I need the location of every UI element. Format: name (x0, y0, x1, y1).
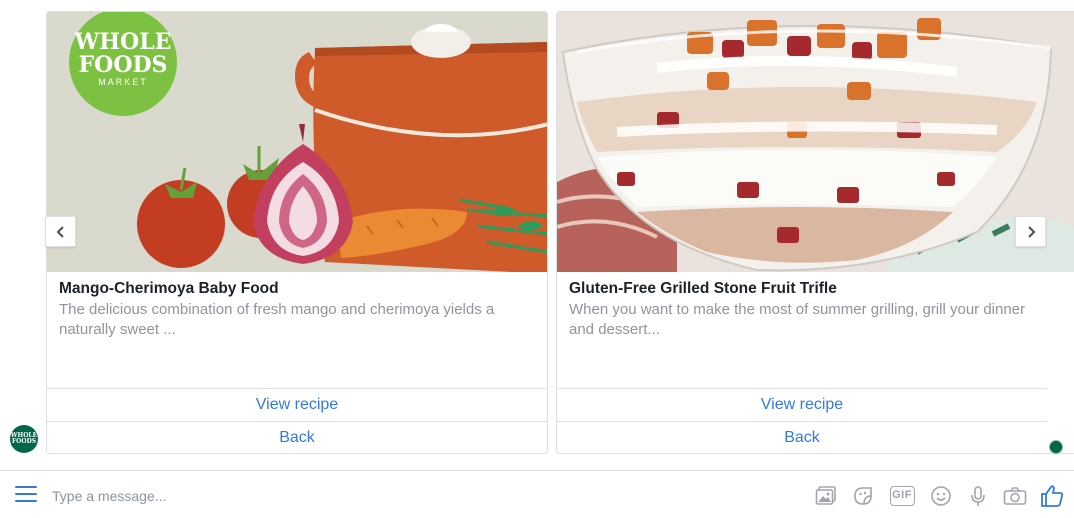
microphone-icon[interactable] (966, 484, 990, 508)
avatar-text-foods: FOODS (11, 438, 37, 445)
image-icon[interactable] (814, 484, 838, 508)
seen-indicator-avatar (1049, 440, 1063, 454)
carousel-prev-button[interactable] (45, 216, 76, 247)
sender-avatar[interactable]: WHOLE FOODS (10, 425, 38, 453)
recipe-card: Gluten-Free Grilled Stone Fruit Trifle W… (556, 11, 1074, 454)
card-title: Gluten-Free Grilled Stone Fruit Trifle (569, 280, 837, 297)
back-button[interactable]: Back (47, 421, 547, 453)
chevron-right-icon (1027, 225, 1035, 238)
recipe-image[interactable]: WHOLE FOODS MARKET (47, 12, 547, 272)
logo-text-whole: WHOLE (74, 29, 172, 55)
logo-text-foods: FOODS (78, 52, 168, 78)
view-recipe-button[interactable]: View recipe (47, 388, 547, 421)
recipe-image[interactable] (557, 12, 1074, 272)
emoji-icon[interactable] (929, 484, 953, 508)
carousel-next-button[interactable] (1015, 216, 1046, 247)
sticker-icon[interactable] (851, 484, 875, 508)
message-thread: WHOLE FOODS MARKET Mango-Cherimoya Baby … (0, 0, 1074, 470)
menu-icon[interactable] (15, 486, 37, 504)
view-recipe-button[interactable]: View recipe (557, 388, 1047, 421)
back-button[interactable]: Back (557, 421, 1047, 453)
card-description: The delicious combination of fresh mango… (59, 301, 495, 338)
thumbs-up-icon[interactable] (1040, 484, 1064, 508)
gif-label: GIF (889, 486, 915, 506)
gif-icon[interactable]: GIF (888, 484, 916, 508)
message-composer: GIF (0, 470, 1074, 518)
chevron-left-icon (56, 225, 64, 238)
card-title: Mango-Cherimoya Baby Food (59, 280, 279, 297)
composer-actions: GIF (801, 483, 1064, 509)
camera-icon[interactable] (1003, 484, 1027, 508)
message-input[interactable] (52, 484, 752, 508)
recipe-card: WHOLE FOODS MARKET Mango-Cherimoya Baby … (46, 11, 548, 454)
card-description: When you want to make the most of summer… (569, 301, 1026, 338)
